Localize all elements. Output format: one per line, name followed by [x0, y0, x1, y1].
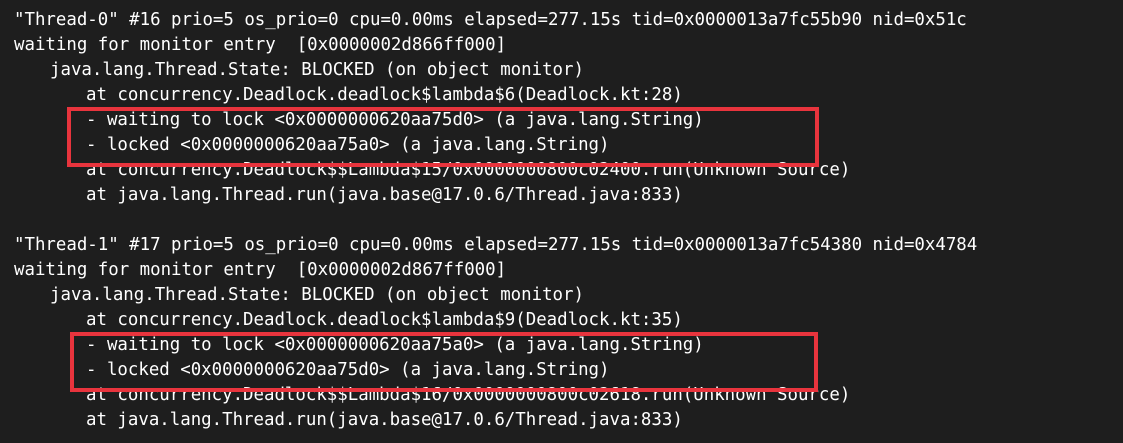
- locked-line: - locked <0x0000000620aa75d0> (a java.la…: [86, 360, 610, 380]
- waiting-to-lock-line: - waiting to lock <0x0000000620aa75a0> (…: [86, 335, 704, 355]
- stack-frame: at concurrency.Deadlock$$Lambda$15/0x000…: [86, 160, 851, 180]
- stack-frame: at concurrency.Deadlock.deadlock$lambda$…: [86, 310, 683, 330]
- thread-block-1: "Thread-1" #17 prio=5 os_prio=0 cpu=0.00…: [14, 233, 1123, 433]
- thread-header: "Thread-0" #16 prio=5 os_prio=0 cpu=0.00…: [14, 10, 967, 30]
- thread-header: "Thread-1" #17 prio=5 os_prio=0 cpu=0.00…: [14, 235, 978, 255]
- thread-state: java.lang.Thread.State: BLOCKED (on obje…: [50, 60, 584, 80]
- waiting-to-lock-line: - waiting to lock <0x0000000620aa75d0> (…: [86, 110, 704, 130]
- thread-dump-console: "Thread-0" #16 prio=5 os_prio=0 cpu=0.00…: [0, 0, 1123, 443]
- stack-frame: at java.lang.Thread.run(java.base@17.0.6…: [86, 410, 683, 430]
- locked-line: - locked <0x0000000620aa75a0> (a java.la…: [86, 135, 610, 155]
- thread-status: waiting for monitor entry [0x0000002d866…: [14, 35, 507, 55]
- stack-frame: at concurrency.Deadlock.deadlock$lambda$…: [86, 85, 683, 105]
- thread-status: waiting for monitor entry [0x0000002d867…: [14, 260, 507, 280]
- stack-frame: at concurrency.Deadlock$$Lambda$16/0x000…: [86, 385, 851, 405]
- stack-frame: at java.lang.Thread.run(java.base@17.0.6…: [86, 185, 683, 205]
- thread-block-0: "Thread-0" #16 prio=5 os_prio=0 cpu=0.00…: [14, 8, 1123, 208]
- thread-state: java.lang.Thread.State: BLOCKED (on obje…: [50, 285, 584, 305]
